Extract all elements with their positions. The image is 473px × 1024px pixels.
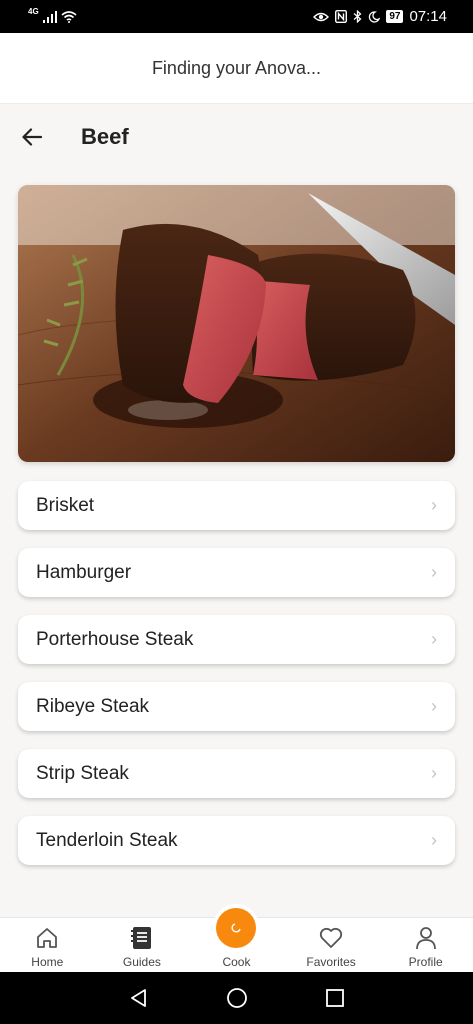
chevron-right-icon: ›: [431, 830, 437, 850]
status-right: 97 07:14: [313, 8, 447, 25]
list-item-label: Strip Steak: [36, 762, 129, 784]
page-title: Beef: [81, 124, 129, 149]
list-item-label: Tenderloin Steak: [36, 829, 178, 851]
connection-status-text: Finding your Anova...: [151, 57, 322, 78]
list-item-hamburger[interactable]: Hamburger ›: [18, 548, 455, 597]
tab-favorites[interactable]: Favorites: [284, 918, 379, 972]
tab-guides[interactable]: Guides: [95, 918, 190, 972]
header: Beef: [0, 104, 473, 170]
back-button[interactable]: [20, 125, 44, 149]
tab-label: Cook: [222, 955, 251, 969]
list-item-ribeye-steak[interactable]: Ribeye Steak ›: [18, 682, 455, 731]
chevron-right-icon: ›: [431, 495, 437, 515]
status-left: 4G: [28, 7, 77, 23]
beef-hero-image: [18, 185, 455, 462]
tab-label: Home: [31, 955, 64, 969]
steak-photo: [18, 185, 455, 462]
beef-cut-list: Brisket › Hamburger › Porterhouse Steak …: [18, 481, 455, 883]
app-screen: Finding your Anova... Beef Brisket › Ham…: [0, 33, 473, 972]
list-item-porterhouse-steak[interactable]: Porterhouse Steak ›: [18, 615, 455, 664]
wifi-icon: [61, 10, 77, 23]
system-nav-bar: [0, 972, 473, 1024]
list-item-strip-steak[interactable]: Strip Steak ›: [18, 749, 455, 798]
list-item-label: Brisket: [36, 494, 95, 516]
heart-icon: [319, 924, 343, 952]
list-item-label: Porterhouse Steak: [36, 628, 194, 650]
moon-icon: [369, 10, 381, 23]
list-item-label: Hamburger: [36, 561, 132, 583]
tab-label: Favorites: [306, 955, 356, 969]
status-bar: 4G 97 07:14: [0, 0, 473, 33]
list-item-tenderloin-steak[interactable]: Tenderloin Steak ›: [18, 816, 455, 865]
list-item-brisket[interactable]: Brisket ›: [18, 481, 455, 530]
recents-square-icon[interactable]: [325, 988, 345, 1008]
back-triangle-icon[interactable]: [129, 988, 149, 1008]
arrow-left-icon: [22, 128, 42, 146]
home-circle-icon[interactable]: [226, 987, 248, 1009]
chevron-right-icon: ›: [431, 562, 437, 582]
bottom-tab-bar: Home Guides Cook Favorites Profile: [0, 904, 473, 972]
chevron-right-icon: ›: [431, 629, 437, 649]
home-icon: [35, 924, 59, 952]
chevron-right-icon: ›: [431, 696, 437, 716]
nfc-icon: [335, 10, 348, 23]
connection-banner: Finding your Anova...: [0, 33, 473, 104]
network-type-label: 4G: [28, 7, 39, 16]
list-item-label: Ribeye Steak: [36, 695, 150, 717]
chevron-right-icon: ›: [431, 763, 437, 783]
profile-icon: [415, 924, 437, 952]
tab-cook[interactable]: Cook: [189, 904, 284, 972]
guides-icon: [130, 924, 153, 952]
tab-profile[interactable]: Profile: [378, 918, 473, 972]
signal-icon: [42, 10, 57, 23]
tab-label: Guides: [122, 955, 161, 969]
bluetooth-icon: [353, 10, 362, 23]
tab-home[interactable]: Home: [0, 918, 95, 972]
clock: 07:14: [409, 8, 447, 25]
battery-indicator: 97: [386, 10, 404, 23]
eye-icon: [313, 12, 330, 21]
tab-label: Profile: [408, 955, 443, 969]
